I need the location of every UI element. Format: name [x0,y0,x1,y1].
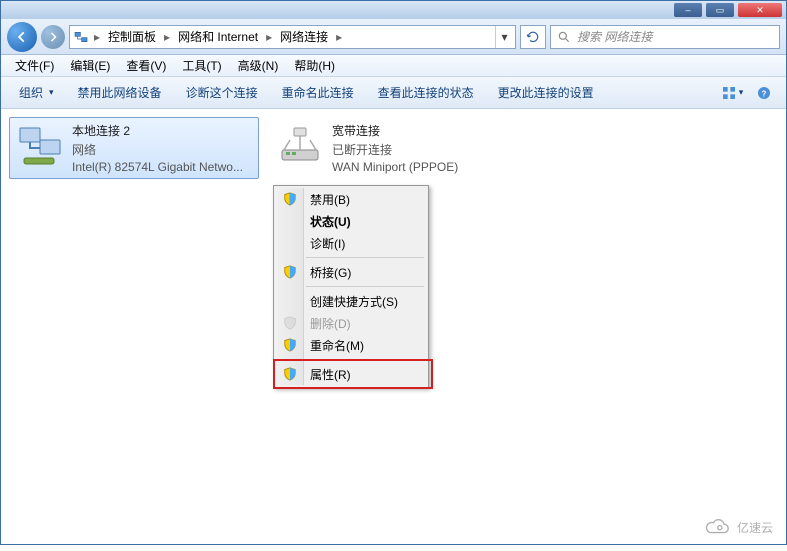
watermark-text: 亿速云 [737,519,773,536]
menubar: 文件(F) 编辑(E) 查看(V) 工具(T) 高级(N) 帮助(H) [1,55,786,77]
menu-view[interactable]: 查看(V) [118,55,174,76]
connection-status: 已断开连接 [332,141,458,158]
connection-status: 网络 [72,141,243,158]
forward-button[interactable] [41,25,65,49]
ctx-create-shortcut[interactable]: 创建快捷方式(S) [276,290,426,312]
shield-icon [282,315,298,331]
ctx-status[interactable]: 状态(U) [276,210,426,232]
navbar: ▸ 控制面板 ▸ 网络和 Internet ▸ 网络连接 ▸ ▾ 搜索 网络连接 [1,19,786,55]
help-icon: ? [756,85,772,101]
ctx-label: 删除(D) [310,315,351,332]
refresh-button[interactable] [520,25,546,49]
menu-file[interactable]: 文件(F) [7,55,62,76]
search-box[interactable]: 搜索 网络连接 [550,25,780,49]
ctx-separator [306,257,424,258]
rename-button[interactable]: 重命名此连接 [272,80,364,105]
back-button[interactable] [7,22,37,52]
explorer-window: – ▭ ✕ ▸ 控制面板 ▸ 网络和 Internet ▸ 网络连接 ▸ ▾ [0,0,787,545]
close-button[interactable]: ✕ [738,3,782,17]
context-menu: 禁用(B) 状态(U) 诊断(I) 桥接(G) 创建快捷方式(S) 删除(D) … [273,185,429,388]
address-bar[interactable]: ▸ 控制面板 ▸ 网络和 Internet ▸ 网络连接 ▸ ▾ [69,25,516,49]
toolbar: 组织 禁用此网络设备 诊断这个连接 重命名此连接 查看此连接的状态 更改此连接的… [1,77,786,109]
diagnose-button[interactable]: 诊断这个连接 [176,80,268,105]
ctx-label: 桥接(G) [310,264,351,281]
connection-local-area[interactable]: 本地连接 2 网络 Intel(R) 82574L Gigabit Netwo.… [9,117,259,179]
address-dropdown[interactable]: ▾ [495,26,513,48]
ctx-label: 重命名(M) [310,337,364,354]
refresh-icon [526,30,540,44]
ctx-properties[interactable]: 属性(R) [276,363,426,385]
ctx-diagnose[interactable]: 诊断(I) [276,232,426,254]
shield-icon [282,366,298,382]
ctx-label: 禁用(B) [310,191,350,208]
ctx-rename[interactable]: 重命名(M) [276,334,426,356]
arrow-left-icon [15,30,29,44]
search-placeholder: 搜索 网络连接 [577,28,652,45]
menu-tools[interactable]: 工具(T) [174,55,229,76]
breadcrumb-network-connections[interactable]: 网络连接 [276,26,332,48]
organize-button[interactable]: 组织 [9,80,64,105]
connection-info: 宽带连接 已断开连接 WAN Miniport (PPPOE) [332,122,458,174]
menu-advanced[interactable]: 高级(N) [230,55,287,76]
svg-text:?: ? [762,89,767,98]
ctx-separator [306,286,424,287]
breadcrumb-sep: ▸ [162,30,172,44]
arrow-right-icon [47,31,59,43]
view-status-button[interactable]: 查看此连接的状态 [368,80,484,105]
minimize-button[interactable]: – [674,3,702,17]
breadcrumb-sep[interactable]: ▸ [92,30,102,44]
connection-info: 本地连接 2 网络 Intel(R) 82574L Gigabit Netwo.… [72,122,243,174]
maximize-button[interactable]: ▭ [706,3,734,17]
ctx-delete: 删除(D) [276,312,426,334]
connection-broadband[interactable]: 宽带连接 已断开连接 WAN Miniport (PPPOE) [269,117,519,179]
menu-help[interactable]: 帮助(H) [286,55,343,76]
connection-device: WAN Miniport (PPPOE) [332,160,458,174]
breadcrumb-sep: ▸ [264,30,274,44]
lan-adapter-icon [16,122,64,170]
modem-icon [276,122,324,170]
network-connections-icon [72,28,90,46]
watermark: 亿速云 [703,517,773,537]
ctx-label: 属性(R) [310,366,351,383]
shield-icon [282,337,298,353]
search-icon [557,30,571,44]
ctx-bridge[interactable]: 桥接(G) [276,261,426,283]
titlebar: – ▭ ✕ [1,1,786,19]
change-settings-button[interactable]: 更改此连接的设置 [488,80,604,105]
view-mode-button[interactable] [718,81,746,105]
breadcrumb-control-panel[interactable]: 控制面板 [104,26,160,48]
menu-edit[interactable]: 编辑(E) [62,55,118,76]
ctx-separator [306,359,424,360]
connection-name: 宽带连接 [332,122,458,139]
breadcrumb-network-internet[interactable]: 网络和 Internet [174,26,262,48]
help-button[interactable]: ? [750,81,778,105]
cloud-icon [703,517,731,537]
view-icon [721,85,737,101]
shield-icon [282,191,298,207]
connection-device: Intel(R) 82574L Gigabit Netwo... [72,160,243,174]
disable-device-button[interactable]: 禁用此网络设备 [68,80,172,105]
ctx-label: 创建快捷方式(S) [310,293,398,310]
ctx-label: 状态(U) [310,213,351,230]
ctx-disable[interactable]: 禁用(B) [276,188,426,210]
connection-name: 本地连接 2 [72,122,243,139]
breadcrumb-sep: ▸ [334,30,344,44]
ctx-label: 诊断(I) [310,235,345,252]
shield-icon [282,264,298,280]
